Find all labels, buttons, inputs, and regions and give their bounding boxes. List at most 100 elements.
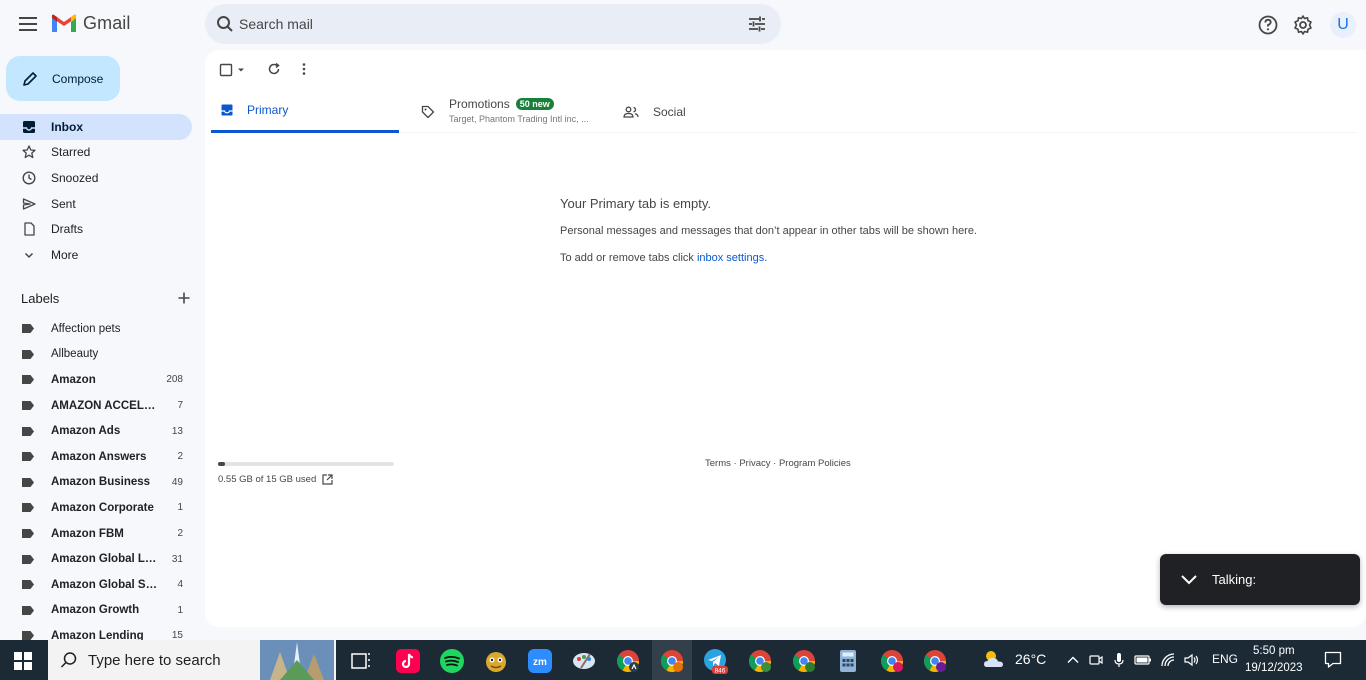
select-all-checkbox[interactable] bbox=[219, 63, 245, 77]
chrome-profile-s-icon[interactable] bbox=[879, 648, 905, 674]
refresh-icon[interactable] bbox=[267, 62, 281, 76]
labels-title: Labels bbox=[21, 290, 60, 306]
label-name: Amazon Growth bbox=[51, 604, 140, 617]
sidebar-item-inbox[interactable]: Inbox bbox=[0, 114, 192, 140]
talking-label: Talking: bbox=[1212, 572, 1257, 587]
storage-used-text: 0.55 GB of 15 GB used bbox=[218, 474, 317, 485]
paint-app-icon[interactable] bbox=[571, 648, 597, 674]
program-policies-link[interactable]: Program Policies bbox=[779, 458, 851, 469]
sidebar-item-label: Inbox bbox=[51, 119, 83, 134]
search-options-icon[interactable] bbox=[748, 16, 766, 32]
message-toolbar bbox=[219, 60, 306, 80]
notifications-icon[interactable] bbox=[1324, 651, 1342, 669]
sidebar-item-label: More bbox=[51, 247, 79, 262]
search-highlight-icon bbox=[260, 640, 334, 680]
label-item[interactable]: Amazon FBM 2 bbox=[0, 521, 192, 547]
label-name: Amazon bbox=[51, 373, 96, 386]
inbox-icon bbox=[22, 120, 36, 134]
game-app-icon[interactable] bbox=[483, 648, 509, 674]
sidebar-item-more[interactable]: More bbox=[0, 242, 192, 268]
weather-widget[interactable]: 26°C bbox=[981, 647, 1046, 671]
input-language[interactable]: ENG bbox=[1212, 652, 1238, 666]
more-options-icon[interactable] bbox=[301, 62, 307, 76]
talking-toast[interactable]: Talking: bbox=[1160, 554, 1360, 605]
people-icon bbox=[623, 106, 639, 118]
telegram-badge: 846 bbox=[715, 668, 726, 675]
label-item[interactable]: Allbeauty bbox=[0, 342, 192, 368]
label-item[interactable]: Amazon Ads 13 bbox=[0, 418, 192, 444]
sidebar-item-starred[interactable]: Starred bbox=[0, 140, 192, 166]
label-item[interactable]: Amazon 208 bbox=[0, 367, 192, 393]
help-icon[interactable] bbox=[1257, 14, 1279, 36]
tab-social-label: Social bbox=[653, 104, 686, 119]
chrome-profile-l-icon[interactable] bbox=[791, 648, 817, 674]
main-menu-icon[interactable] bbox=[16, 12, 40, 36]
sidebar-item-snoozed[interactable]: Snoozed bbox=[0, 165, 192, 191]
search-icon[interactable] bbox=[216, 15, 234, 33]
storage-bar-fill bbox=[218, 462, 225, 466]
label-tag-icon bbox=[22, 401, 34, 411]
chrome-profile-1-icon[interactable] bbox=[615, 648, 641, 674]
volume-icon[interactable] bbox=[1184, 653, 1200, 667]
storage-bar bbox=[218, 462, 394, 466]
system-clock[interactable]: 5:50 pm 19/12/2023 bbox=[1245, 643, 1303, 677]
label-item[interactable]: Amazon Answers 2 bbox=[0, 444, 192, 470]
inbox-settings-link[interactable]: inbox settings bbox=[697, 252, 764, 264]
send-icon bbox=[22, 197, 36, 211]
calculator-icon[interactable] bbox=[835, 648, 861, 674]
settings-gear-icon[interactable] bbox=[1292, 14, 1314, 36]
camera-icon[interactable] bbox=[1088, 652, 1104, 668]
windows-taskbar: Type here to search zm 846 26°C ENG 5:50… bbox=[0, 640, 1366, 680]
task-view-icon[interactable] bbox=[348, 648, 374, 674]
microphone-icon[interactable] bbox=[1112, 652, 1126, 668]
spotify-icon[interactable] bbox=[439, 648, 465, 674]
battery-icon[interactable] bbox=[1134, 653, 1152, 667]
chrome-profile-r-icon[interactable] bbox=[922, 648, 948, 674]
label-item[interactable]: Affection pets bbox=[0, 316, 192, 342]
new-count-badge: 50 new bbox=[515, 98, 554, 110]
chevron-up-icon[interactable] bbox=[1066, 653, 1080, 667]
label-item[interactable]: Amazon Corporate 1 bbox=[0, 495, 192, 521]
search-input[interactable] bbox=[239, 4, 739, 44]
empty-title: Your Primary tab is empty. bbox=[560, 196, 711, 211]
chrome-profile-m-icon[interactable] bbox=[659, 648, 685, 674]
wifi-icon[interactable] bbox=[1160, 653, 1176, 667]
category-tabs: Primary Promotions 50 new Target, Phanto… bbox=[211, 90, 1356, 133]
telegram-icon[interactable]: 846 bbox=[703, 648, 729, 674]
privacy-link[interactable]: Privacy bbox=[739, 458, 770, 469]
settings-hint-text: To add or remove tabs click bbox=[560, 252, 697, 264]
label-item[interactable]: Amazon Growth 1 bbox=[0, 598, 192, 624]
label-unread-count: 2 bbox=[177, 528, 183, 540]
label-name: Affection pets bbox=[51, 322, 121, 335]
account-avatar[interactable]: U bbox=[1330, 12, 1356, 38]
gmail-logo[interactable]: Gmail bbox=[51, 13, 131, 34]
tab-promotions[interactable]: Promotions 50 new Target, Phantom Tradin… bbox=[421, 90, 611, 133]
taskbar-search[interactable]: Type here to search bbox=[48, 640, 336, 680]
label-item[interactable]: Amazon Global Selling 4 bbox=[0, 572, 192, 598]
tab-primary[interactable]: Primary bbox=[211, 90, 399, 133]
zoom-icon[interactable]: zm bbox=[527, 648, 553, 674]
label-tag-icon bbox=[22, 554, 34, 564]
compose-button[interactable]: Compose bbox=[6, 56, 120, 101]
sidebar-item-drafts[interactable]: Drafts bbox=[0, 216, 192, 242]
terms-link[interactable]: Terms bbox=[705, 458, 731, 469]
label-unread-count: 2 bbox=[177, 451, 183, 463]
chevron-down-icon[interactable] bbox=[1180, 574, 1198, 586]
label-item[interactable]: AMAZON ACCELERATOR 7 bbox=[0, 393, 192, 419]
open-external-icon[interactable] bbox=[322, 474, 333, 485]
sidebar-item-sent[interactable]: Sent bbox=[0, 191, 192, 217]
clock-icon bbox=[22, 171, 36, 185]
label-unread-count: 1 bbox=[177, 604, 183, 616]
caret-down-icon[interactable] bbox=[237, 66, 245, 74]
label-item[interactable]: Amazon Business 49 bbox=[0, 470, 192, 496]
add-label-icon[interactable] bbox=[177, 291, 191, 305]
label-item[interactable]: Amazon Global Logistics 31 bbox=[0, 546, 192, 572]
label-unread-count: 7 bbox=[177, 400, 183, 412]
tiktok-icon[interactable] bbox=[395, 648, 421, 674]
windows-start-icon[interactable] bbox=[14, 652, 32, 670]
chevron-down-icon bbox=[22, 248, 36, 262]
tab-social[interactable]: Social bbox=[623, 90, 773, 133]
app-name: Gmail bbox=[83, 13, 131, 33]
inbox-tab-icon bbox=[221, 104, 233, 116]
chrome-profile-m2-icon[interactable] bbox=[747, 648, 773, 674]
